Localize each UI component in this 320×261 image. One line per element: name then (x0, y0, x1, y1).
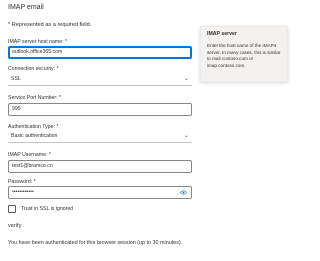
server-host-label: IMAP server host name: * (8, 39, 68, 45)
username-input[interactable]: test1@bramco.cn (8, 160, 192, 173)
trust-ssl-label: Trust in SSL is ignored (21, 206, 74, 212)
tooltip-title: IMAP server (207, 31, 237, 37)
verify-label: verify (8, 223, 22, 229)
chevron-down-icon: ⌄ (183, 76, 189, 82)
port-input[interactable]: 995 (8, 103, 192, 116)
page-title: IMAP email (8, 4, 44, 11)
server-host-input[interactable]: outlook.office365.com (8, 46, 192, 59)
auth-type-label: Authentication Type: * (8, 124, 59, 130)
imap-email-page: IMAP email * Represented as a required f… (0, 0, 300, 261)
password-value: •••••••••••• (12, 189, 34, 195)
tooltip-body: Enter the host name of the IMAP4 server.… (207, 43, 281, 68)
help-tooltip: IMAP server Enter the host name of the I… (200, 26, 288, 82)
password-label: Password: * (8, 179, 36, 185)
username-label: IMAP Username: * (8, 152, 51, 158)
required-note: * Represented as a required field. (8, 22, 92, 28)
auth-message: You have been authenticated for this bro… (8, 240, 183, 246)
password-input[interactable]: •••••••••••• (8, 186, 192, 199)
connection-security-label: Connection security: * (8, 66, 59, 72)
chevron-down-icon: ⌄ (183, 133, 189, 139)
auth-type-value: Basic authentication (11, 133, 58, 139)
trust-ssl-checkbox[interactable] (8, 205, 16, 213)
auth-type-select[interactable]: Basic authentication ⌄ (8, 131, 192, 143)
connection-security-select[interactable]: SSL ⌄ (8, 74, 192, 86)
connection-security-value: SSL (11, 76, 21, 82)
port-label: Service Port Number: * (8, 95, 62, 101)
eye-icon[interactable] (180, 190, 187, 195)
